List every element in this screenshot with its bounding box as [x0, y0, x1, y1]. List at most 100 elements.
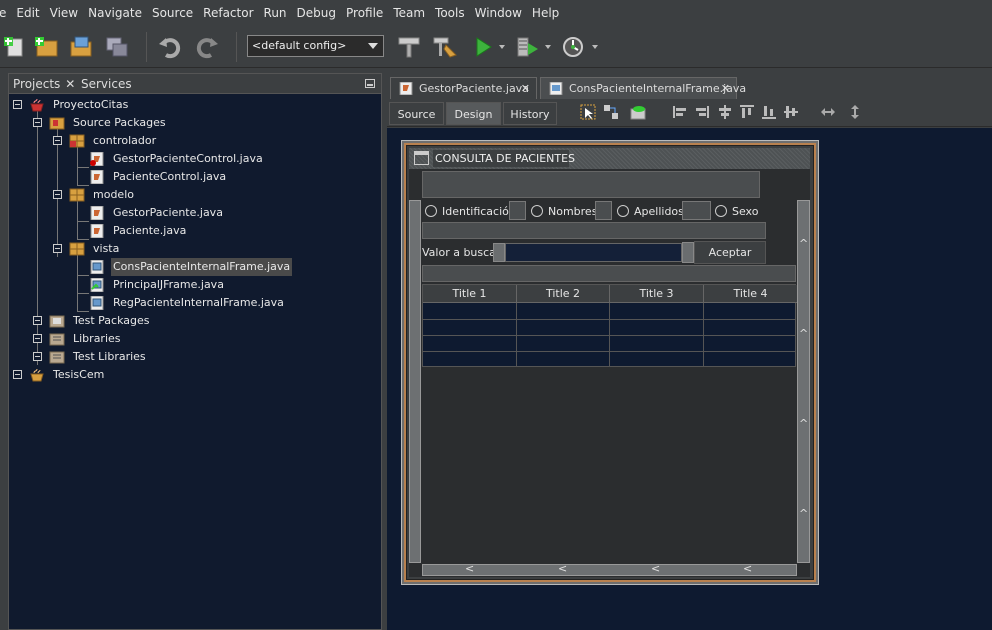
- radio-apellidos[interactable]: [617, 205, 629, 217]
- close-icon[interactable]: ✕: [521, 78, 530, 100]
- chevron-down-icon[interactable]: [592, 45, 598, 49]
- build-hammer-icon[interactable]: [396, 35, 422, 59]
- profile-icon[interactable]: [561, 35, 587, 59]
- radio-nombres[interactable]: [531, 205, 543, 217]
- resize-horizontal-icon[interactable]: [820, 104, 836, 120]
- results-table[interactable]: Title 1 Title 2 Title 3 Title 4: [422, 284, 797, 367]
- tree-node-tesiscem[interactable]: TesisCem: [9, 366, 369, 384]
- spacer-panel[interactable]: [422, 222, 766, 239]
- table-header[interactable]: Title 3: [610, 285, 704, 303]
- align-bottom-icon[interactable]: [761, 104, 777, 120]
- horizontal-layout-guide[interactable]: < < < <: [422, 563, 797, 576]
- expand-toggle-icon[interactable]: [53, 244, 62, 253]
- projects-panel-tabs: Projects ✕ Services: [9, 74, 381, 94]
- table-header[interactable]: Title 2: [517, 285, 610, 303]
- tree-node-modelo[interactable]: modelo: [9, 186, 369, 204]
- tree-node-test-packages[interactable]: Test Packages: [9, 312, 369, 330]
- clean-build-icon[interactable]: [432, 35, 458, 59]
- align-left-icon[interactable]: [672, 104, 688, 120]
- redo-icon[interactable]: [194, 35, 220, 59]
- tab-source[interactable]: Source: [389, 102, 444, 125]
- center-horizontally-icon[interactable]: [717, 104, 733, 120]
- align-right-icon[interactable]: [694, 104, 710, 120]
- menu-edit[interactable]: Edit: [11, 0, 44, 26]
- selection-mode-icon[interactable]: [580, 104, 596, 120]
- tree-node-gestorpaciente[interactable]: GestorPaciente.java: [9, 204, 369, 222]
- close-icon[interactable]: ✕: [721, 78, 730, 100]
- tree-node-pacientecontrol[interactable]: PacienteControl.java: [9, 168, 369, 186]
- layout-gap: [682, 201, 711, 220]
- accept-button[interactable]: Aceptar: [694, 241, 766, 264]
- package-icon: [69, 134, 85, 148]
- table-header[interactable]: Title 4: [704, 285, 797, 303]
- expand-toggle-icon[interactable]: [13, 100, 22, 109]
- search-input[interactable]: [505, 243, 682, 262]
- align-top-icon[interactable]: [739, 104, 755, 120]
- tab-services[interactable]: Services: [81, 76, 132, 93]
- expand-toggle-icon[interactable]: [53, 190, 62, 199]
- tab-design[interactable]: Design: [446, 102, 501, 125]
- tree-node-vista[interactable]: vista: [9, 240, 369, 258]
- tree-node-source-packages[interactable]: Source Packages: [9, 114, 369, 132]
- connection-mode-icon[interactable]: [603, 104, 619, 120]
- tab-history[interactable]: History: [503, 102, 557, 125]
- tree-node-proyectocitas[interactable]: ProyectoCitas: [9, 96, 369, 114]
- layout-gap: [509, 201, 526, 220]
- menu-window[interactable]: Window: [470, 0, 527, 26]
- open-project-icon[interactable]: [68, 35, 94, 59]
- close-icon[interactable]: ✕: [65, 76, 75, 93]
- tree-node-conspacienteinternalframe[interactable]: ConsPacienteInternalFrame.java: [9, 258, 369, 276]
- debug-icon[interactable]: [515, 35, 541, 59]
- menu-run[interactable]: Run: [259, 0, 292, 26]
- expand-toggle-icon[interactable]: [33, 316, 42, 325]
- close-project-icon[interactable]: [104, 35, 130, 59]
- menu-help[interactable]: Help: [527, 0, 564, 26]
- menu-source[interactable]: Source: [147, 0, 198, 26]
- tree-node-paciente[interactable]: Paciente.java: [9, 222, 369, 240]
- radio-sexo[interactable]: [715, 205, 727, 217]
- tree-node-libraries[interactable]: Libraries: [9, 330, 369, 348]
- menu-view[interactable]: View: [45, 0, 83, 26]
- expand-toggle-icon[interactable]: [13, 370, 22, 379]
- new-project-icon[interactable]: [33, 35, 59, 59]
- tree-node-controlador[interactable]: controlador: [9, 132, 369, 150]
- chevron-down-icon[interactable]: [545, 45, 551, 49]
- tab-conspacienteinternalframe[interactable]: ConsPacienteInternalFrame.java ✕: [540, 77, 746, 100]
- preview-design-icon[interactable]: [630, 104, 646, 120]
- run-icon[interactable]: [471, 35, 497, 59]
- libraries-icon: [49, 333, 65, 346]
- tab-gestorpaciente[interactable]: GestorPaciente.java ✕: [390, 77, 537, 99]
- menu-profile[interactable]: Profile: [341, 0, 388, 26]
- tree-node-test-libraries[interactable]: Test Libraries: [9, 348, 369, 366]
- menu-debug[interactable]: Debug: [292, 0, 341, 26]
- table-header[interactable]: Title 1: [423, 285, 517, 303]
- top-panel[interactable]: [422, 171, 760, 198]
- center-vertically-icon[interactable]: [783, 104, 799, 120]
- undo-icon[interactable]: [157, 35, 183, 59]
- java-file-icon: [90, 152, 104, 166]
- menu-team[interactable]: Team: [388, 0, 430, 26]
- java-file-icon: [90, 224, 104, 238]
- tab-projects[interactable]: Projects ✕: [13, 76, 78, 93]
- menu-refactor[interactable]: Refactor: [198, 0, 258, 26]
- expand-toggle-icon[interactable]: [33, 118, 42, 127]
- menu-file[interactable]: e: [0, 0, 11, 26]
- chevron-down-icon[interactable]: [499, 45, 505, 49]
- expand-toggle-icon[interactable]: [33, 352, 42, 361]
- menu-tools[interactable]: Tools: [430, 0, 470, 26]
- resize-vertical-icon[interactable]: [847, 104, 863, 120]
- minimize-icon[interactable]: [365, 79, 375, 88]
- expand-toggle-icon[interactable]: [53, 136, 62, 145]
- tree-node-gestorpacientecontrol[interactable]: GestorPacienteControl.java: [9, 150, 369, 168]
- vertical-layout-guide[interactable]: ^ ^ ^ ^: [797, 200, 810, 563]
- toolbar-separator: [236, 32, 237, 62]
- new-file-icon[interactable]: [2, 35, 28, 59]
- expand-toggle-icon[interactable]: [33, 334, 42, 343]
- config-select[interactable]: <default config>: [247, 35, 384, 57]
- menu-navigate[interactable]: Navigate: [83, 0, 147, 26]
- radio-identificacion[interactable]: [425, 205, 437, 217]
- editor-tabs: GestorPaciente.java ✕ ConsPacienteIntern…: [387, 74, 992, 100]
- tree-node-principaljframe[interactable]: PrincipalJFrame.java: [9, 276, 369, 294]
- tree-node-regpacienteinternalframe[interactable]: RegPacienteInternalFrame.java: [9, 294, 369, 312]
- spacer-panel[interactable]: [422, 265, 796, 282]
